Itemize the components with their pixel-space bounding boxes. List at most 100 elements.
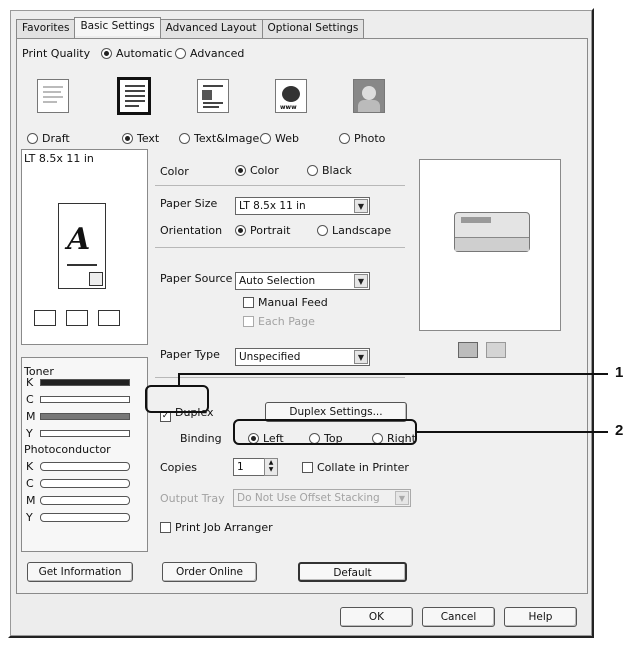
- printer-properties-dialog: Favorites Basic Settings Advanced Layout…: [8, 8, 594, 638]
- toner-c-bar: [40, 396, 130, 403]
- automatic-radio[interactable]: Automatic: [101, 47, 172, 60]
- text-image-radio[interactable]: Text&Image: [179, 132, 259, 145]
- toner-m-bar: [40, 413, 130, 420]
- ok-button[interactable]: OK: [340, 607, 413, 627]
- tab-optional-settings[interactable]: Optional Settings: [261, 19, 365, 38]
- tab-favorites[interactable]: Favorites: [16, 19, 76, 38]
- print-quality-label: Print Quality: [22, 47, 91, 60]
- page-order-1-icon: [34, 310, 56, 326]
- photoconductor-c-label: C: [26, 477, 34, 490]
- collate-checkbox[interactable]: Collate in Printer: [302, 461, 409, 474]
- photoconductor-k-bar: [40, 462, 130, 471]
- advanced-label: Advanced: [190, 47, 245, 60]
- copies-stepper[interactable]: ▲ ▼: [264, 458, 278, 476]
- output-tray-label: Output Tray: [160, 492, 225, 505]
- chevron-down-icon: ▼: [395, 491, 409, 505]
- web-quality-icon[interactable]: www: [275, 79, 307, 113]
- paper-size-value: LT 8.5x 11 in: [239, 200, 306, 212]
- tab-advanced-layout[interactable]: Advanced Layout: [159, 19, 263, 38]
- toner-k-bar: [40, 379, 130, 386]
- callout-number-1: 1: [615, 364, 624, 381]
- order-online-button[interactable]: Order Online: [162, 562, 257, 582]
- page-order-3-icon: [98, 310, 120, 326]
- copies-label: Copies: [160, 461, 197, 474]
- chevron-down-icon: ▼: [354, 350, 368, 364]
- paper-size-preview-label: LT 8.5x 11 in: [24, 152, 94, 165]
- help-button[interactable]: Help: [504, 607, 577, 627]
- paper-size-select[interactable]: LT 8.5x 11 in ▼: [235, 197, 370, 215]
- landscape-radio[interactable]: Landscape: [317, 224, 391, 237]
- separator: [155, 247, 405, 248]
- copies-value: 1: [237, 461, 244, 473]
- photoconductor-label: Photoconductor: [24, 443, 111, 456]
- callout-line-1: [178, 373, 608, 375]
- color-radio[interactable]: Color: [235, 164, 279, 177]
- binding-label: Binding: [180, 432, 222, 445]
- collate-label: Collate in Printer: [317, 461, 409, 474]
- toner-k-label: K: [26, 376, 34, 389]
- draft-quality-icon[interactable]: [37, 79, 69, 113]
- paper-type-value: Unspecified: [239, 351, 301, 363]
- photo-radio[interactable]: Photo: [339, 132, 385, 145]
- separator: [155, 377, 405, 378]
- printer-status-icon[interactable]: [458, 342, 478, 358]
- text-image-quality-icon[interactable]: [197, 79, 229, 113]
- callout-line-2: [417, 431, 608, 433]
- toner-y-label: Y: [26, 427, 33, 440]
- paper-type-label: Paper Type: [160, 348, 220, 361]
- tab-basic-settings[interactable]: Basic Settings: [74, 17, 161, 36]
- web-label: Web: [275, 132, 299, 145]
- page-order-2-icon: [66, 310, 88, 326]
- portrait-radio[interactable]: Portrait: [235, 224, 290, 237]
- paper-size-label: Paper Size: [160, 197, 218, 210]
- photoconductor-k-label: K: [26, 460, 34, 473]
- black-option-label: Black: [322, 164, 352, 177]
- toner-y-bar: [40, 430, 130, 437]
- color-option-label: Color: [250, 164, 279, 177]
- toner-c-label: C: [26, 393, 34, 406]
- printer-tray-icon[interactable]: [486, 342, 506, 358]
- photoconductor-y-label: Y: [26, 511, 33, 524]
- draft-radio[interactable]: Draft: [27, 132, 70, 145]
- print-job-arranger-checkbox[interactable]: Print Job Arranger: [160, 521, 273, 534]
- chevron-down-icon: ▼: [354, 274, 368, 288]
- printer-icon: [454, 212, 530, 252]
- paper-source-value: Auto Selection: [239, 275, 316, 287]
- duplex-callout-box: [145, 385, 209, 413]
- callout-number-2: 2: [615, 422, 624, 439]
- paper-type-select[interactable]: Unspecified ▼: [235, 348, 370, 366]
- color-label: Color: [160, 165, 189, 178]
- automatic-label: Automatic: [116, 47, 173, 60]
- get-information-button[interactable]: Get Information: [27, 562, 133, 582]
- text-image-label: Text&Image: [194, 132, 260, 145]
- advanced-radio[interactable]: Advanced: [175, 47, 244, 60]
- toner-m-label: M: [26, 410, 36, 423]
- consumables-box: Toner K C M Y Photoconductor K C M Y: [21, 357, 148, 552]
- each-page-checkbox[interactable]: Each Page: [243, 315, 315, 328]
- tab-strip: Favorites Basic Settings Advanced Layout…: [16, 17, 365, 38]
- text-radio[interactable]: Text: [122, 132, 159, 145]
- page-preview: A: [58, 203, 106, 289]
- photoconductor-m-bar: [40, 496, 130, 505]
- default-button[interactable]: Default: [298, 562, 407, 582]
- landscape-label: Landscape: [332, 224, 392, 237]
- basic-settings-panel: Print Quality Automatic Advanced www Dra…: [16, 38, 588, 594]
- text-label: Text: [137, 132, 160, 145]
- web-radio[interactable]: Web: [260, 132, 299, 145]
- portrait-label: Portrait: [250, 224, 291, 237]
- output-tray-select[interactable]: Do Not Use Offset Stacking ▼: [233, 489, 411, 507]
- each-page-label: Each Page: [258, 315, 315, 328]
- printer-image-box: [419, 159, 561, 331]
- output-tray-value: Do Not Use Offset Stacking: [237, 492, 380, 504]
- photo-label: Photo: [354, 132, 386, 145]
- cancel-button[interactable]: Cancel: [422, 607, 495, 627]
- separator: [155, 185, 405, 186]
- text-quality-icon[interactable]: [117, 77, 151, 115]
- manual-feed-checkbox[interactable]: Manual Feed: [243, 296, 328, 309]
- photoconductor-m-label: M: [26, 494, 36, 507]
- black-radio[interactable]: Black: [307, 164, 352, 177]
- photo-quality-icon[interactable]: [353, 79, 385, 113]
- print-job-arranger-label: Print Job Arranger: [175, 521, 273, 534]
- paper-source-select[interactable]: Auto Selection ▼: [235, 272, 370, 290]
- paper-preview-box: LT 8.5x 11 in A: [21, 149, 148, 345]
